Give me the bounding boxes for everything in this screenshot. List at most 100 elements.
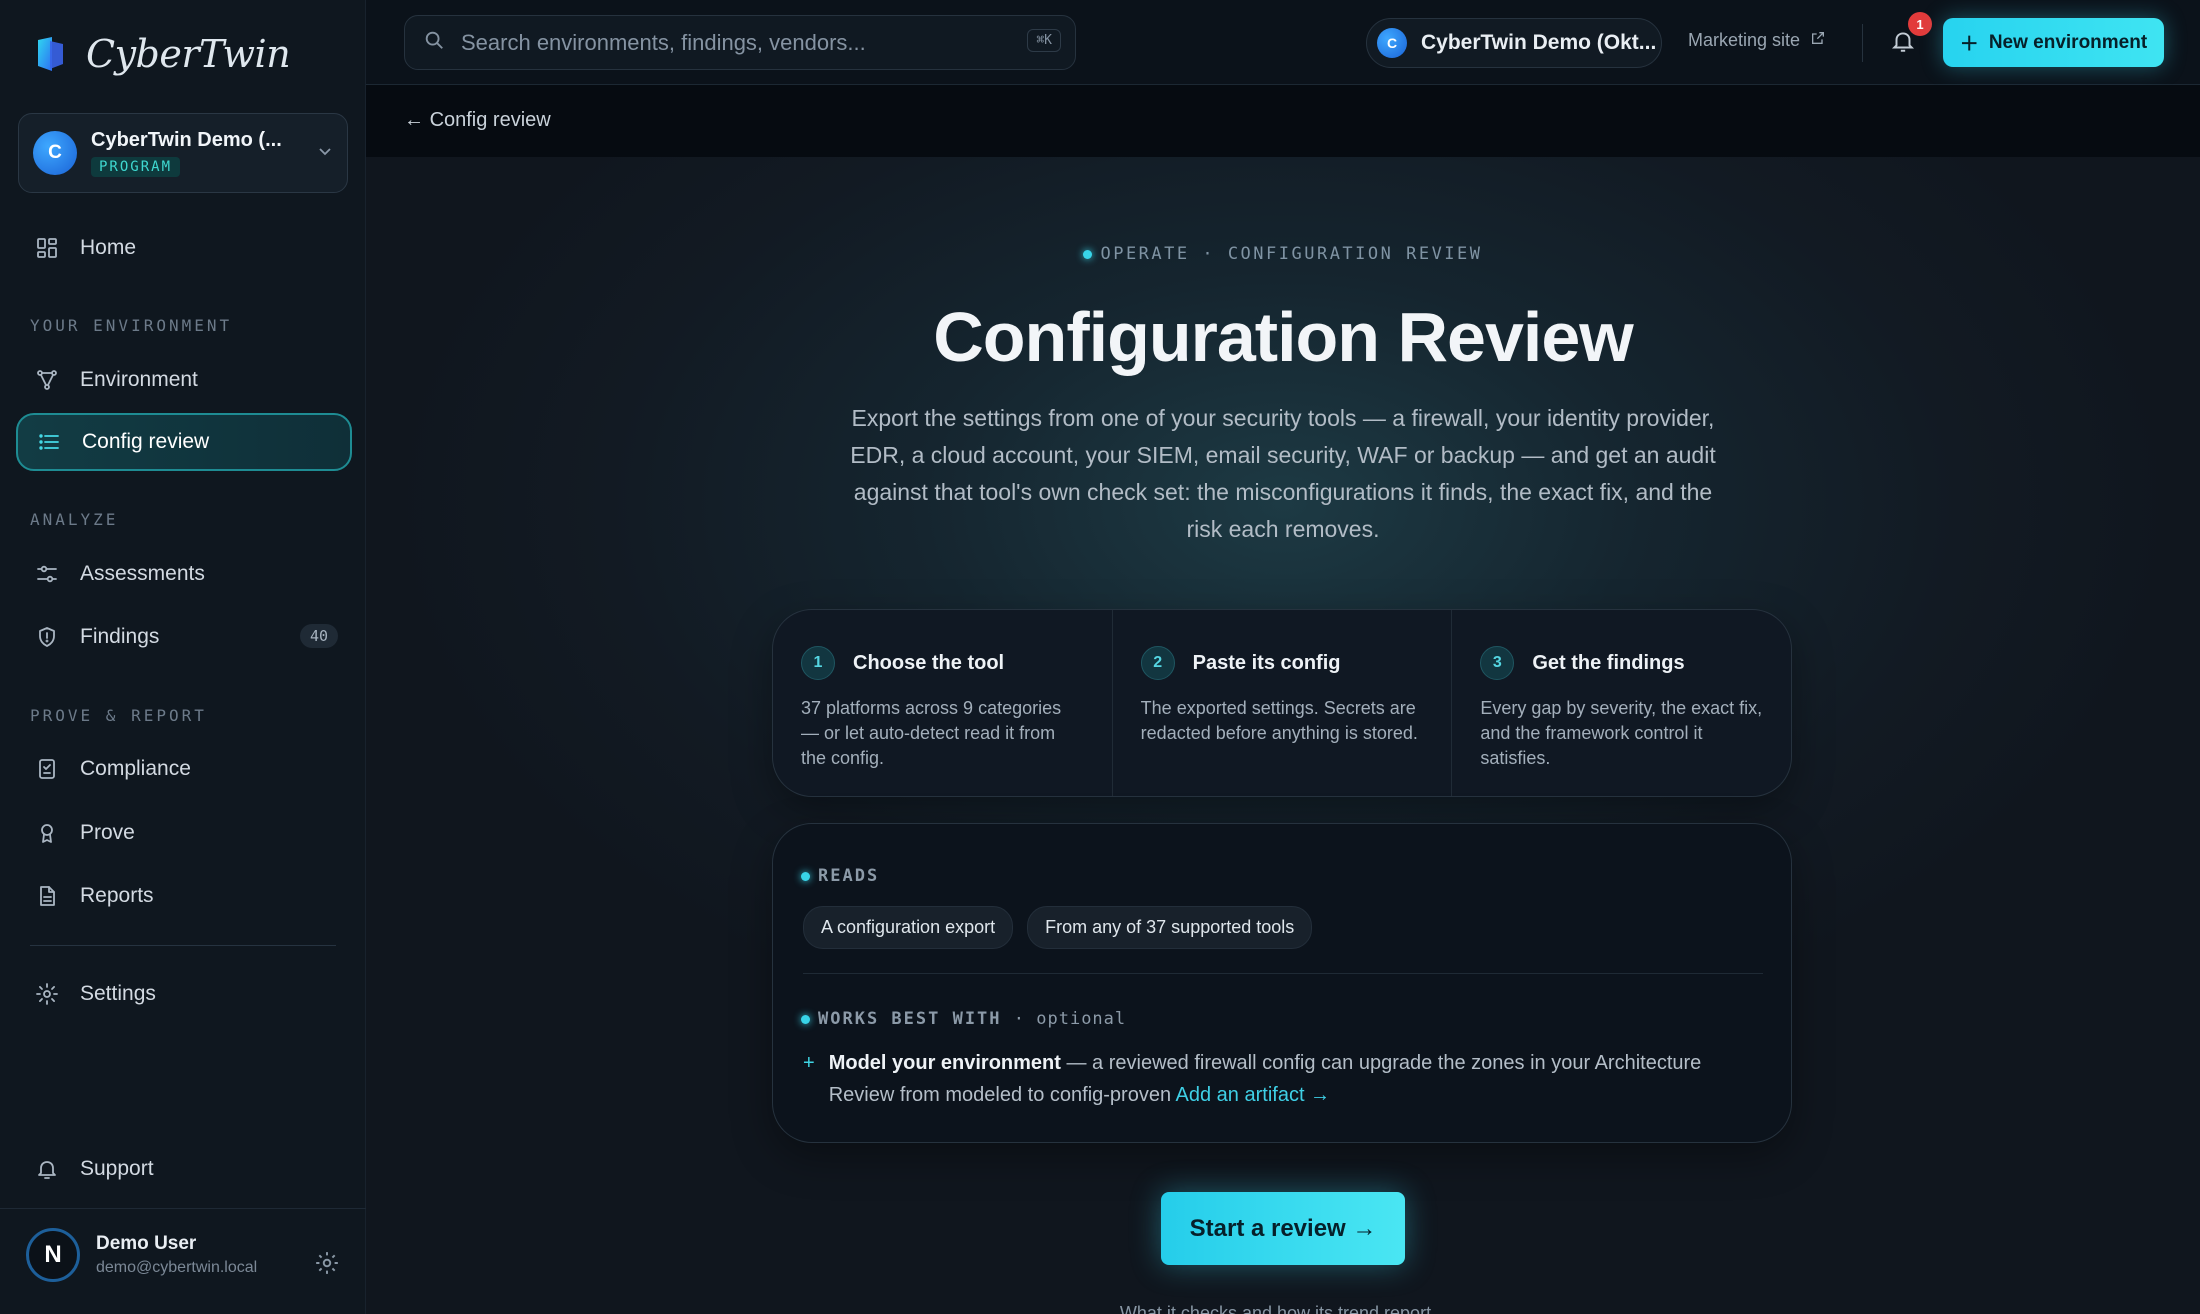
user-divider: [0, 1208, 366, 1209]
network-icon: [34, 367, 60, 393]
start-review-button[interactable]: Start a review →: [1161, 1192, 1405, 1265]
sidebar-item-prove[interactable]: Prove: [16, 804, 352, 862]
search-placeholder: Search environments, findings, vendors..…: [461, 29, 866, 55]
org-pill-avatar: C: [1377, 28, 1407, 58]
notification-count-badge: 1: [1908, 12, 1932, 36]
step-body: 37 platforms across 9 categories — or le…: [801, 698, 1062, 768]
sidebar-item-label: Prove: [80, 821, 135, 844]
step-3: 3 Get the findings Every gap by severity…: [1451, 610, 1791, 796]
org-avatar: C: [33, 131, 77, 175]
search-icon: [423, 29, 445, 57]
avatar: N: [26, 1228, 80, 1282]
sidebar-item-label: Assessments: [80, 562, 205, 585]
sidebar-item-compliance[interactable]: Compliance: [16, 740, 352, 798]
org-pill-name: CyberTwin Demo (Okt...: [1421, 31, 1657, 54]
sidebar-item-reports[interactable]: Reports: [16, 867, 352, 925]
page-description: Export the settings from one of your sec…: [850, 405, 1716, 542]
org-pill-switcher[interactable]: C CyberTwin Demo (Okt...: [1366, 18, 1662, 68]
topbar: Search environments, findings, vendors..…: [366, 0, 2200, 85]
optional-tag: · optional: [1013, 1009, 1127, 1029]
reads-chips: A configuration export From any of 37 su…: [803, 906, 1313, 949]
back-link-label: Config review: [429, 109, 551, 131]
status-dot-icon: [801, 1014, 810, 1024]
chip: A configuration export: [803, 906, 1014, 949]
org-name: CyberTwin Demo (...: [91, 129, 282, 151]
chip: From any of 37 supported tools: [1027, 906, 1313, 949]
search-input[interactable]: Search environments, findings, vendors..…: [404, 15, 1076, 70]
step-number: 2: [1140, 646, 1175, 680]
marketing-site-label: Marketing site: [1688, 30, 1801, 50]
step-number: 3: [1480, 646, 1515, 680]
user-name: Demo User: [96, 1233, 197, 1254]
grid-icon: [34, 235, 60, 261]
plus-icon: +: [803, 1052, 815, 1074]
sidebar-item-assessments[interactable]: Assessments: [16, 545, 352, 603]
section-heading-environment: YOUR ENVIRONMENT: [30, 316, 233, 335]
sidebar-item-label: Compliance: [80, 757, 191, 780]
eyebrow-text: OPERATE · CONFIGURATION REVIEW: [1100, 244, 1483, 264]
sidebar-item-label: Findings: [80, 625, 160, 648]
new-environment-button[interactable]: ＋ New environment: [1943, 18, 2164, 67]
steps-card: 1 Choose the tool 37 platforms across 9 …: [772, 609, 1792, 797]
back-link[interactable]: ← Config review: [404, 109, 551, 132]
sidebar-item-label: Support: [80, 1157, 154, 1180]
sidebar-item-home[interactable]: Home: [16, 219, 352, 277]
gear-icon: [34, 981, 60, 1007]
shield-icon: [34, 624, 60, 650]
user-email: demo@cybertwin.local: [96, 1259, 258, 1276]
clipboard-check-icon: [34, 756, 60, 782]
reads-card: READS A configuration export From any of…: [772, 823, 1792, 1143]
page-title: Configuration Review: [933, 298, 1633, 376]
cta-footnote: What it checks and how its trend report.…: [1119, 1303, 1447, 1314]
topbar-divider: [1862, 24, 1863, 62]
step-1: 1 Choose the tool 37 platforms across 9 …: [773, 610, 1112, 796]
plus-icon: ＋: [1959, 34, 1979, 55]
reads-heading: READS: [801, 866, 879, 886]
status-dot-icon: [801, 871, 810, 881]
step-title: Choose the tool: [853, 651, 1005, 674]
section-heading-analyze: ANALYZE: [30, 510, 119, 529]
marketing-site-link[interactable]: Marketing site: [1688, 30, 1826, 51]
cybertwin-logo-icon: [32, 36, 68, 72]
card-divider: [803, 973, 1763, 974]
works-best-with-item: + Model your environment — a reviewed fi…: [803, 1047, 1763, 1111]
sidebar-item-config-review[interactable]: Config review: [16, 413, 352, 471]
award-icon: [34, 820, 60, 846]
works-best-with-heading: WORKS BEST WITH · optional: [801, 1009, 1126, 1029]
user-profile[interactable]: N Demo User demo@cybertwin.local: [26, 1228, 257, 1282]
main-content: OPERATE · CONFIGURATION REVIEW Configura…: [366, 157, 2200, 1314]
chevron-down-icon: [317, 143, 333, 164]
sidebar-item-label: Config review: [82, 430, 210, 453]
arrow-left-icon: ←: [404, 109, 424, 131]
document-icon: [34, 883, 60, 909]
sidebar-item-label: Environment: [80, 368, 198, 391]
sliders-icon: [34, 561, 60, 587]
bell-icon: [34, 1156, 60, 1182]
org-plan-badge: PROGRAM: [91, 157, 181, 177]
sidebar-divider: [30, 945, 336, 946]
add-artifact-link[interactable]: Add an artifact →: [1176, 1084, 1331, 1106]
step-body: The exported settings. Secrets are redac…: [1140, 698, 1418, 743]
works-item-title: Model your environment: [828, 1052, 1061, 1074]
brand-logo[interactable]: CyberTwin: [32, 32, 291, 76]
sidebar-item-environment[interactable]: Environment: [16, 351, 352, 409]
user-settings-gear-icon[interactable]: [314, 1250, 340, 1281]
org-switcher[interactable]: C CyberTwin Demo (... PROGRAM: [18, 113, 348, 193]
section-heading-prove-report: PROVE & REPORT: [30, 706, 207, 725]
sidebar-item-findings[interactable]: Findings 40: [16, 608, 352, 666]
findings-count-badge: 40: [299, 624, 338, 648]
step-title: Get the findings: [1532, 651, 1685, 674]
external-link-icon: [1810, 30, 1826, 51]
brand-name: CyberTwin: [86, 32, 291, 76]
sidebar-item-support[interactable]: Support: [16, 1140, 352, 1198]
sidebar-item-settings[interactable]: Settings: [16, 965, 352, 1023]
search-shortcut-hint: ⌘K: [1027, 29, 1061, 52]
step-title: Paste its config: [1192, 651, 1341, 674]
list-icon: [36, 429, 62, 455]
sidebar-item-label: Home: [80, 236, 137, 259]
status-dot-icon: [1083, 249, 1093, 259]
sidebar-item-label: Reports: [80, 884, 154, 907]
page-eyebrow: OPERATE · CONFIGURATION REVIEW: [366, 244, 2200, 264]
new-environment-label: New environment: [1988, 31, 2148, 53]
sidebar-item-label: Settings: [80, 982, 156, 1005]
